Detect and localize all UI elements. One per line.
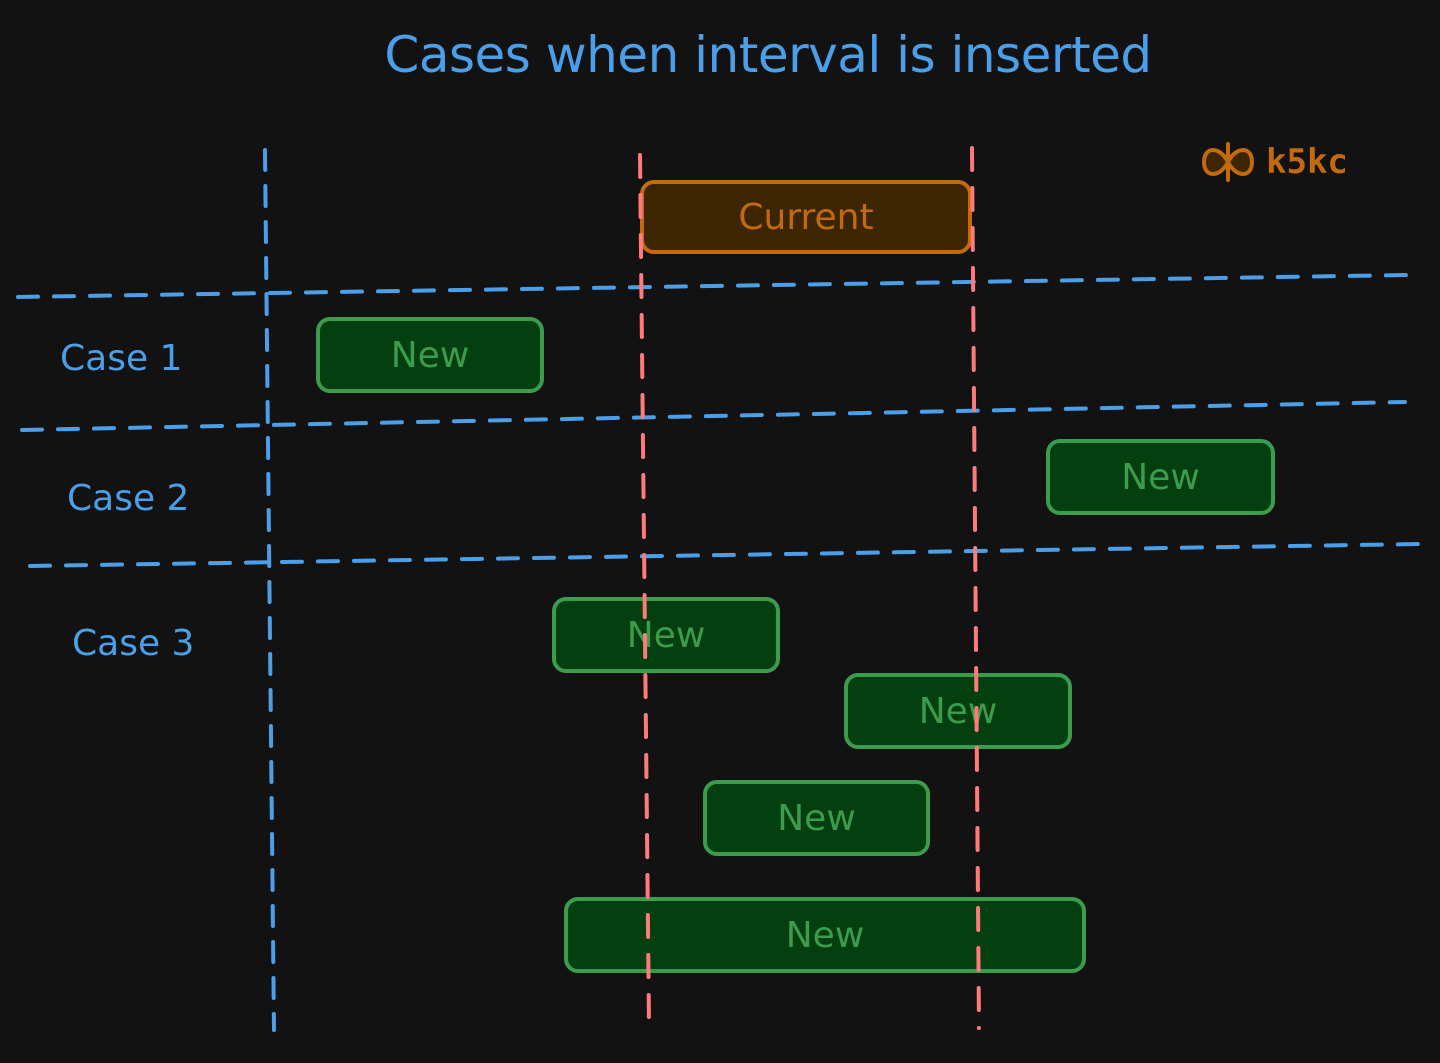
current-boundary-lines — [638, 146, 981, 1030]
current-end-boundary — [970, 146, 981, 1030]
current-start-boundary — [638, 153, 651, 1027]
